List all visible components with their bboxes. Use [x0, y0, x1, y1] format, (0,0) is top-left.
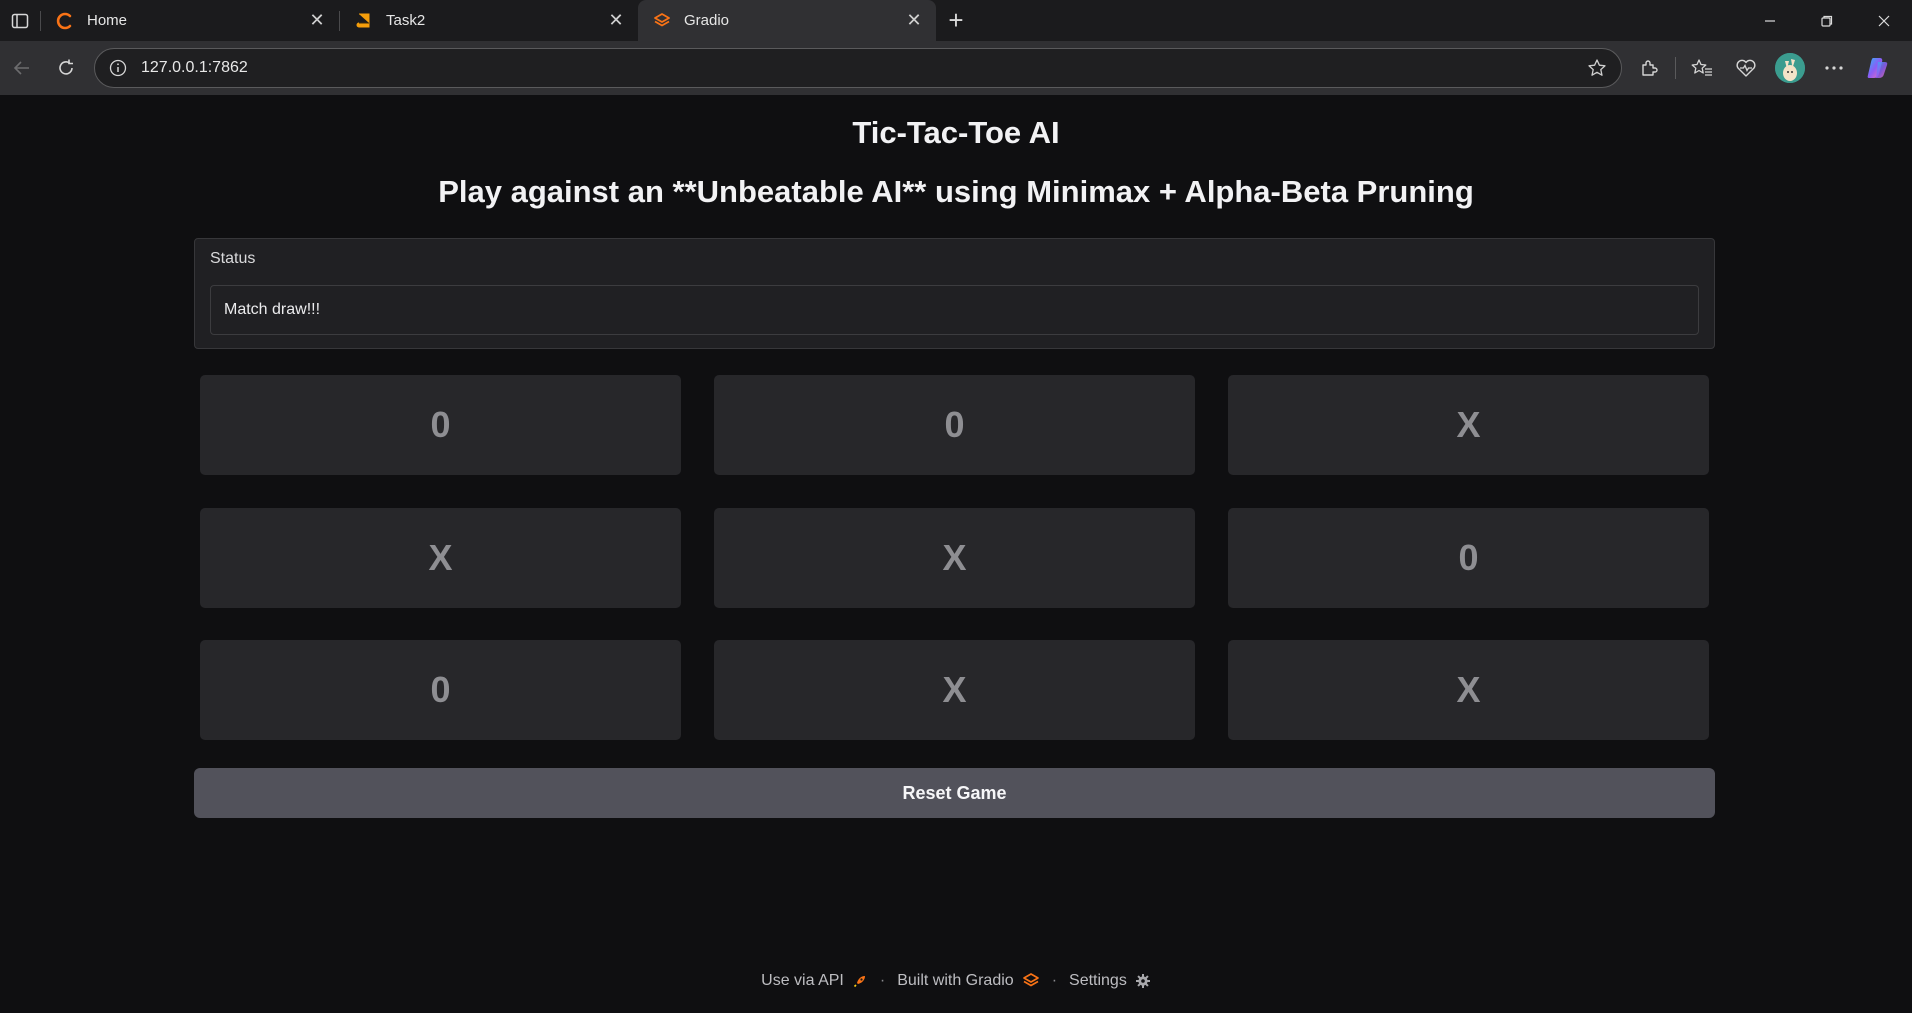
tab-title: Task2 — [386, 12, 426, 29]
address-bar[interactable]: 127.0.0.1:7862 — [94, 48, 1622, 88]
minimize-icon[interactable] — [1741, 0, 1798, 41]
close-icon[interactable]: ✕ — [904, 10, 924, 31]
reset-game-button[interactable]: Reset Game — [194, 768, 1715, 818]
status-textbox[interactable]: Match draw!!! — [210, 285, 1699, 335]
tab-task2[interactable]: Task2 ✕ — [340, 0, 638, 41]
back-arrow-icon[interactable] — [0, 48, 44, 88]
reload-icon[interactable] — [44, 48, 88, 88]
board-cell-4[interactable]: X — [200, 508, 681, 608]
site-info-icon[interactable] — [107, 57, 129, 79]
use-via-api-link[interactable]: Use via API — [761, 972, 868, 990]
board-cell-8[interactable]: X — [714, 640, 1195, 740]
gradio-logo-icon — [1022, 973, 1040, 989]
status-panel: Status Match draw!!! — [194, 238, 1715, 349]
built-with-gradio-link[interactable]: Built with Gradio — [897, 972, 1040, 990]
board-cell-2[interactable]: 0 — [714, 375, 1195, 475]
gradio-icon — [652, 11, 672, 31]
rocket-icon — [852, 973, 868, 989]
settings-link[interactable]: Settings — [1069, 972, 1151, 990]
book-icon — [354, 11, 374, 31]
toolbar-divider — [1675, 57, 1676, 79]
gear-icon — [1135, 973, 1151, 989]
game-board: 0 0 X X X 0 0 X X — [200, 375, 1709, 740]
tab-title: Home — [87, 12, 128, 29]
board-cell-7[interactable]: 0 — [200, 640, 681, 740]
favorite-star-icon[interactable] — [1585, 56, 1609, 80]
footer-separator: · — [879, 972, 886, 989]
tab-title: Gradio — [684, 12, 730, 29]
status-label: Status — [210, 250, 256, 267]
restore-icon[interactable] — [1798, 0, 1855, 41]
more-options-icon[interactable] — [1812, 48, 1856, 88]
close-icon[interactable]: ✕ — [606, 10, 626, 31]
built-with-gradio-label: Built with Gradio — [897, 972, 1014, 989]
window-controls — [1741, 0, 1912, 41]
tab-gradio[interactable]: Gradio ✕ — [638, 0, 936, 41]
sidebar-toggle-icon[interactable] — [0, 0, 40, 41]
browser-tab-bar: Home ✕ Task2 ✕ Gradio ✕ + — [0, 0, 1912, 41]
board-cell-6[interactable]: 0 — [1228, 508, 1709, 608]
close-window-icon[interactable] — [1855, 0, 1912, 41]
browser-toolbar — [1627, 48, 1900, 88]
footer-separator: · — [1051, 972, 1058, 989]
board-cell-9[interactable]: X — [1228, 640, 1709, 740]
board-cell-1[interactable]: 0 — [200, 375, 681, 475]
board-cell-3[interactable]: X — [1228, 375, 1709, 475]
address-bar-row: 127.0.0.1:7862 — [0, 41, 1912, 95]
tab-home[interactable]: Home ✕ — [41, 0, 339, 41]
copilot-icon[interactable] — [1856, 48, 1900, 88]
browser-essentials-icon[interactable] — [1724, 48, 1768, 88]
page-subtitle: Play against an **Unbeatable AI** using … — [438, 174, 1474, 209]
footer: Use via API · Built with Gradio · Settin… — [0, 972, 1912, 990]
profile-avatar[interactable] — [1768, 48, 1812, 88]
extensions-icon[interactable] — [1627, 48, 1671, 88]
board-cell-5[interactable]: X — [714, 508, 1195, 608]
close-icon[interactable]: ✕ — [307, 10, 327, 31]
url-text[interactable]: 127.0.0.1:7862 — [141, 59, 1585, 77]
settings-label: Settings — [1069, 972, 1127, 989]
gradio-app: Tic-Tac-Toe AI Play against an **Unbeata… — [0, 95, 1912, 1013]
use-via-api-label: Use via API — [761, 972, 844, 989]
home-ring-icon — [55, 11, 75, 31]
favorites-icon[interactable] — [1680, 48, 1724, 88]
page-title: Tic-Tac-Toe AI — [852, 115, 1060, 150]
new-tab-icon[interactable]: + — [936, 0, 976, 41]
